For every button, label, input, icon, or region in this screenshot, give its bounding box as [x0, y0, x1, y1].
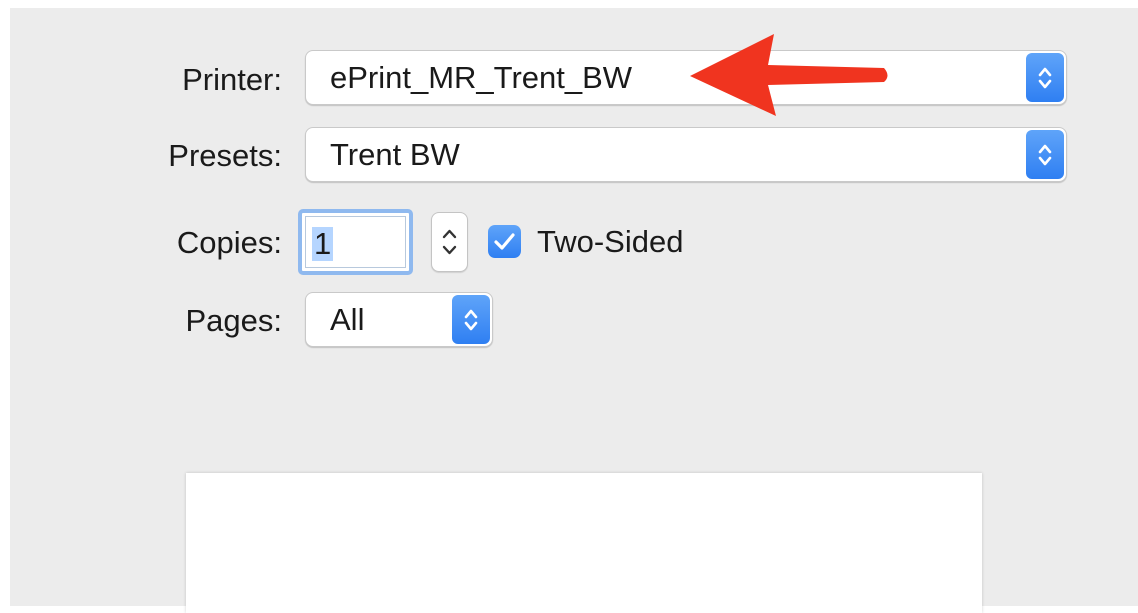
print-preview-page	[186, 473, 982, 613]
presets-value: Trent BW	[330, 136, 460, 172]
pages-popup[interactable]: All	[305, 292, 493, 347]
printer-label: Printer:	[182, 62, 282, 97]
printer-popup-arrows-icon	[1026, 53, 1064, 102]
presets-popup-arrows-icon	[1026, 130, 1064, 179]
copies-label: Copies:	[176, 225, 282, 260]
printer-popup[interactable]: ePrint_MR_Trent_BW	[305, 50, 1067, 105]
copies-value: 1	[312, 226, 334, 261]
red-arrow-icon	[690, 34, 888, 116]
pages-value: All	[330, 301, 365, 337]
stepper-arrows-icon	[442, 229, 457, 255]
two-sided-checkbox[interactable]	[488, 225, 521, 258]
two-sided-label[interactable]: Two-Sided	[537, 224, 683, 260]
pages-popup-arrows-icon	[452, 295, 490, 344]
copies-input[interactable]: 1	[298, 209, 413, 275]
printer-value: ePrint_MR_Trent_BW	[330, 59, 633, 95]
pages-label: Pages:	[185, 303, 282, 338]
presets-label: Presets:	[168, 138, 282, 173]
presets-popup[interactable]: Trent BW	[305, 127, 1067, 182]
checkmark-icon	[494, 233, 515, 250]
copies-stepper[interactable]	[431, 212, 468, 272]
